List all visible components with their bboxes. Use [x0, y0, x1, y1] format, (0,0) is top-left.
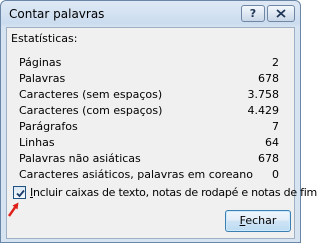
statistics-heading: Estatísticas:	[11, 32, 78, 45]
include-textboxes-option[interactable]: Incluir caixas de texto, notas de rodapé…	[11, 184, 317, 202]
include-textboxes-label[interactable]: Incluir caixas de texto, notas de rodapé…	[30, 186, 317, 199]
close-icon	[276, 9, 286, 18]
word-count-dialog: Contar palavras ? Estatísticas: Páginas …	[0, 0, 317, 243]
stat-label: Parágrafos	[19, 120, 78, 133]
checkmark-icon	[16, 189, 25, 198]
stat-value: 678	[258, 72, 279, 85]
stat-value: 678	[258, 152, 279, 165]
stat-row-words: Palavras 678	[19, 71, 279, 87]
stat-label: Caracteres asiáticos, palavras em corean…	[19, 168, 253, 181]
stat-row-paragraphs: Parágrafos 7	[19, 119, 279, 135]
stat-value: 2	[272, 56, 279, 69]
stat-label: Caracteres (sem espaços)	[19, 88, 163, 101]
label-text: ncluir caixas de texto, notas de rodapé …	[33, 186, 317, 199]
stat-row-chars-no-spaces: Caracteres (sem espaços) 3.758	[19, 87, 279, 103]
stat-label: Palavras não asiáticas	[19, 152, 141, 165]
stat-label: Palavras	[19, 72, 66, 85]
close-button-label: echar	[245, 214, 277, 227]
stat-value: 0	[272, 168, 279, 181]
stat-row-lines: Linhas 64	[19, 135, 279, 151]
stat-value: 4.429	[247, 104, 280, 117]
stat-row-asian-chars: Caracteres asiáticos, palavras em corean…	[19, 167, 279, 183]
red-arrow-icon	[8, 202, 19, 217]
include-textboxes-checkbox[interactable]	[13, 186, 26, 199]
stat-value: 3.758	[247, 88, 280, 101]
stat-row-chars-with-spaces: Caracteres (com espaços) 4.429	[19, 103, 279, 119]
dialog-body: Estatísticas: Páginas 2 Palavras 678 Car…	[6, 27, 317, 239]
stat-row-pages: Páginas 2	[19, 55, 279, 71]
help-button[interactable]: ?	[241, 5, 265, 22]
stat-label: Páginas	[19, 56, 62, 69]
stat-value: 64	[265, 136, 279, 149]
help-icon: ?	[249, 7, 257, 20]
stat-label: Linhas	[19, 136, 55, 149]
stat-row-non-asian-words: Palavras não asiáticas 678	[19, 151, 279, 167]
stat-value: 7	[272, 120, 279, 133]
title-bar[interactable]: Contar palavras ?	[1, 1, 300, 27]
stat-label: Caracteres (com espaços)	[19, 104, 163, 117]
dialog-title: Contar palavras	[9, 7, 105, 21]
close-button[interactable]: Fechar	[225, 210, 291, 232]
title-close-button[interactable]	[267, 5, 295, 22]
statistics-list: Páginas 2 Palavras 678 Caracteres (sem e…	[19, 55, 279, 183]
